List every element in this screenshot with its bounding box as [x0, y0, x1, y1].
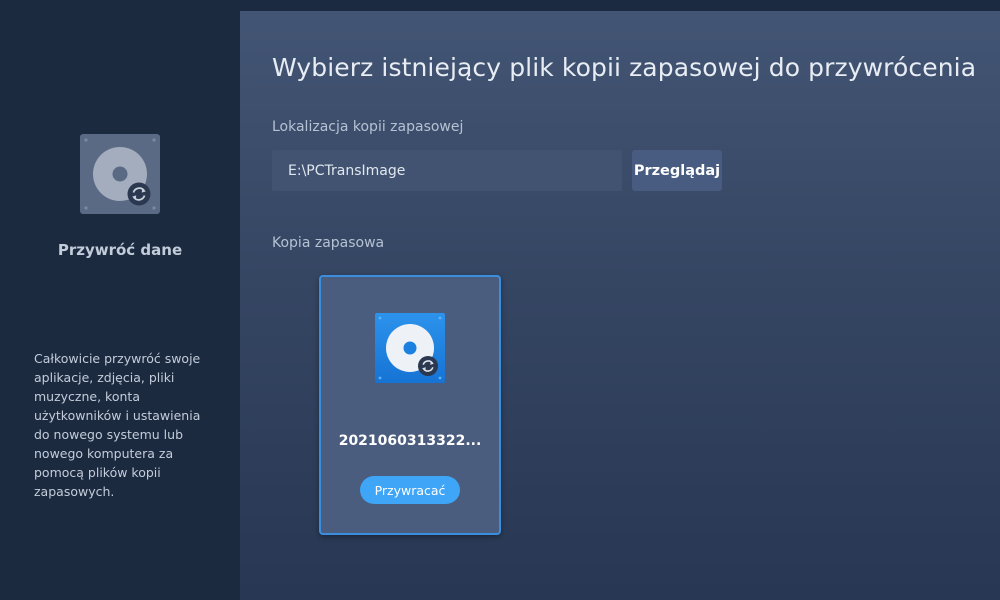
sidebar: Przywróć dane Całkowicie przywróć swoje … — [0, 0, 240, 600]
backup-disk-icon — [375, 313, 445, 383]
restore-button[interactable]: Przywracać — [360, 476, 460, 504]
backup-name: 2021060313322... — [338, 433, 482, 449]
backup-card[interactable]: 2021060313322... Przywracać — [319, 275, 501, 535]
page-title: Wybierz istniejący plik kopii zapasowej … — [272, 53, 977, 82]
sidebar-description: Całkowicie przywróć swoje aplikacje, zdj… — [34, 351, 201, 499]
sidebar-title: Przywróć dane — [57, 241, 183, 259]
main-panel: Wybierz istniejący plik kopii zapasowej … — [240, 11, 1000, 600]
browse-button[interactable]: Przeglądaj — [632, 150, 722, 191]
restore-disk-icon — [80, 134, 160, 214]
window-top-strip — [240, 0, 1000, 11]
backup-location-input[interactable] — [272, 150, 622, 191]
backup-section-label: Kopia zapasowa — [272, 235, 385, 251]
location-label: Lokalizacja kopii zapasowej — [272, 119, 464, 135]
